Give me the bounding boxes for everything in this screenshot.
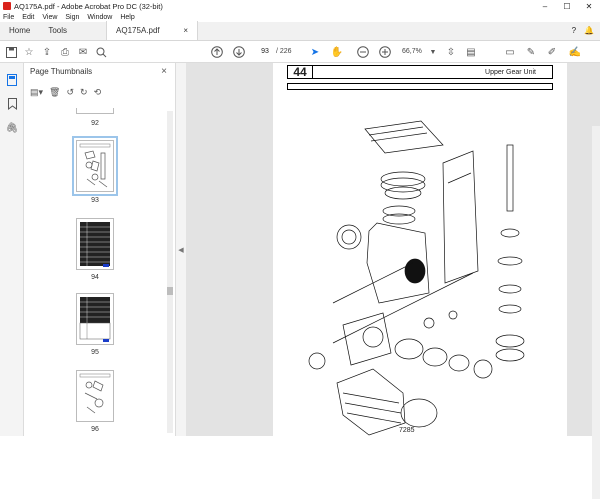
document-scrollbar[interactable] (592, 126, 600, 499)
zoom-level[interactable]: 66,7% (402, 46, 422, 58)
bookmark-star-icon[interactable]: ☆ (22, 45, 36, 59)
tab-bar: Home Tools AQ175A.pdf × ? 🔔 (0, 21, 600, 41)
email-icon[interactable]: ✉ (76, 45, 90, 59)
previous-page-icon[interactable] (210, 45, 224, 59)
page-number-input[interactable]: 93 (258, 46, 272, 58)
menu-bar: File Edit View Sign Window Help (0, 12, 600, 22)
upload-icon[interactable]: ⇪ (40, 45, 54, 59)
page-thumbnails-panel: Page Thumbnails × ▤▾ 🗑 ↺ ↻ ⟲ 92 93 94 95… (24, 63, 176, 436)
zoom-out-icon[interactable] (356, 45, 370, 59)
thumbnails-scrollbar[interactable] (167, 111, 173, 433)
delete-page-icon[interactable]: 🗑 (49, 87, 60, 98)
title-bar: AQ175A.pdf - Adobe Acrobat Pro DC (32-bi… (0, 0, 600, 12)
window-controls: – ☐ ✕ (534, 0, 600, 12)
save-icon[interactable] (4, 45, 18, 59)
tab-document-label: AQ175A.pdf (116, 26, 160, 35)
tab-home[interactable]: Home (0, 21, 39, 40)
rotate-ccw-icon[interactable]: ↺ (66, 87, 74, 98)
tab-bar-icons: ? 🔔 (572, 26, 594, 35)
thumbnail-page-96[interactable] (76, 370, 114, 422)
document-viewer[interactable]: 44 Upper Gear Unit 7285 (186, 63, 600, 499)
highlight-pen-icon[interactable]: ✎ (524, 45, 538, 59)
thumbnail-options-icon[interactable]: ▤▾ (30, 87, 43, 98)
page-thumbnails-icon[interactable] (5, 73, 19, 87)
maximize-button[interactable]: ☐ (556, 0, 578, 12)
draw-icon[interactable]: ✐ (545, 45, 559, 59)
tab-close-icon[interactable]: × (183, 26, 188, 35)
thumbnail-label: 96 (91, 426, 99, 433)
menu-window[interactable]: Window (87, 14, 112, 21)
hand-tool-icon[interactable]: ✋ (330, 45, 344, 59)
fit-page-icon[interactable]: ⇳ (444, 45, 458, 59)
fill-sign-icon[interactable]: ✍ (568, 45, 582, 59)
section-subheader-bar (287, 83, 553, 90)
rotate-cw-icon[interactable]: ↻ (80, 87, 88, 98)
section-header-bar: Upper Gear Unit (313, 65, 553, 79)
thumbnail-label: 93 (91, 197, 99, 204)
panel-tools: ▤▾ 🗑 ↺ ↻ ⟲ (30, 87, 101, 98)
menu-sign[interactable]: Sign (65, 14, 79, 21)
help-icon[interactable]: ? (572, 26, 576, 35)
thumbnail-label: 95 (91, 349, 99, 356)
panel-close-icon[interactable]: × (161, 66, 167, 77)
panel-title: Page Thumbnails (30, 67, 93, 76)
extract-page-icon[interactable]: ⟲ (94, 87, 102, 98)
next-page-icon[interactable] (232, 45, 246, 59)
page-total: / 226 (276, 48, 292, 55)
zoom-dropdown-icon[interactable]: ▼ (426, 45, 440, 59)
print-icon[interactable]: ⎙ (58, 45, 72, 59)
attachments-icon[interactable]: 🖇 (5, 121, 19, 135)
exploded-parts-diagram (308, 120, 525, 436)
bookmarks-icon[interactable] (5, 97, 19, 111)
thumbnail-page-95[interactable] (76, 293, 114, 345)
left-navigation-rail: 🖇 (0, 63, 24, 436)
tab-tools[interactable]: Tools (39, 21, 76, 40)
acrobat-logo-icon (3, 2, 11, 10)
zoom-in-icon[interactable] (378, 45, 392, 59)
scrolling-mode-icon[interactable]: ▤ (464, 45, 478, 59)
window-title: AQ175A.pdf - Adobe Acrobat Pro DC (32-bi… (14, 1, 163, 11)
panel-splitter-toggle[interactable]: ◀ (176, 63, 186, 436)
thumbnail-page-93[interactable] (72, 136, 118, 196)
close-window-button[interactable]: ✕ (578, 0, 600, 12)
notifications-icon[interactable]: 🔔 (584, 26, 594, 35)
section-number: 44 (287, 65, 313, 79)
menu-edit[interactable]: Edit (22, 14, 34, 21)
select-cursor-icon[interactable]: ➤ (308, 45, 322, 59)
pdf-page: 44 Upper Gear Unit 7285 (273, 63, 567, 436)
thumbnails-scrollbar-thumb[interactable] (167, 287, 173, 295)
section-title: Upper Gear Unit (485, 69, 536, 76)
comment-icon[interactable]: ▭ (503, 45, 517, 59)
thumbnail-label: 92 (91, 120, 99, 127)
thumbnail-label: 94 (91, 274, 99, 281)
toolbar: ☆ ⇪ ⎙ ✉ 93 / 226 ➤ ✋ 66,7% ▼ ⇳ ▤ ▭ ✎ ✐ ✍ (0, 41, 600, 63)
minimize-button[interactable]: – (534, 0, 556, 12)
menu-file[interactable]: File (3, 14, 14, 21)
menu-view[interactable]: View (42, 14, 57, 21)
tab-document[interactable]: AQ175A.pdf × (106, 21, 199, 40)
search-icon[interactable] (94, 45, 108, 59)
figure-number: 7285 (399, 427, 415, 434)
thumbnails-list[interactable]: 92 93 94 95 96 (24, 108, 164, 436)
menu-help[interactable]: Help (120, 14, 134, 21)
thumbnail-page-94[interactable] (76, 218, 114, 270)
thumbnail-page-92[interactable] (76, 108, 114, 114)
